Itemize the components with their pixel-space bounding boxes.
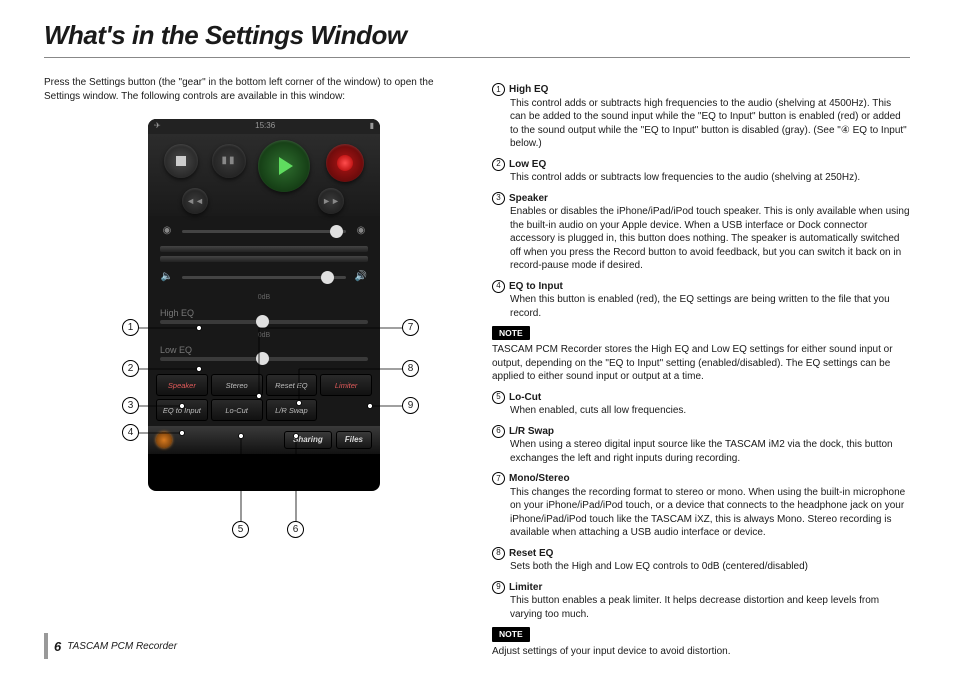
stereo-button[interactable]: Stereo — [211, 374, 263, 396]
battery-icon: ▮ — [370, 121, 374, 132]
item-title: Mono/Stereo — [509, 472, 570, 486]
item-4: 4 EQ to Input — [492, 280, 910, 294]
item-number: 5 — [492, 391, 505, 404]
item-1: 1 High EQ — [492, 83, 910, 97]
item-number: 8 — [492, 547, 505, 560]
item-number: 2 — [492, 158, 505, 171]
button-grid: Speaker Stereo Reset EQ Limiter EQ to In… — [148, 371, 380, 426]
callout-8: 8 — [402, 360, 419, 377]
record-button[interactable] — [326, 144, 364, 182]
status-bar: ✈ 15:36 ▮ — [148, 119, 380, 134]
lo-cut-button[interactable]: Lo-Cut — [211, 399, 263, 421]
page-title: What's in the Settings Window — [44, 20, 910, 58]
high-eq-slider[interactable] — [160, 320, 368, 324]
item-body: When enabled, cuts all low frequencies. — [510, 404, 910, 418]
callout-6: 6 — [287, 521, 304, 538]
level-meter-r — [160, 256, 368, 262]
item-5: 5 Lo-Cut — [492, 391, 910, 405]
item-title: High EQ — [509, 83, 548, 97]
level-meter-l — [160, 246, 368, 252]
footer-label: TASCAM PCM Recorder — [67, 641, 177, 652]
callout-4: 4 — [122, 424, 139, 441]
input-gain-slider[interactable] — [182, 230, 346, 233]
note-tag: NOTE — [492, 627, 530, 641]
item-number: 7 — [492, 472, 505, 485]
right-column: 1 High EQThis control adds or subtracts h… — [492, 76, 910, 658]
item-2: 2 Low EQ — [492, 158, 910, 172]
callout-5: 5 — [232, 521, 249, 538]
callout-7: 7 — [402, 319, 419, 336]
item-title: Speaker — [509, 192, 548, 206]
item-body: When using a stereo digital input source… — [510, 438, 910, 465]
item-number: 6 — [492, 425, 505, 438]
airplane-icon: ✈ — [154, 121, 161, 132]
callout-2: 2 — [122, 360, 139, 377]
item-number: 4 — [492, 280, 505, 293]
next-button[interactable]: ►► — [318, 188, 344, 214]
phone-mock: ✈ 15:36 ▮ ▮▮ ◄◄ ►► ◉ — [148, 119, 380, 491]
status-time: 15:36 — [255, 121, 275, 132]
volume-slider[interactable] — [182, 276, 346, 279]
footer-accent — [44, 633, 48, 659]
db-label-low: 0dB — [258, 332, 270, 339]
low-eq-slider[interactable] — [160, 357, 368, 361]
mic-low-icon: ◉ — [160, 224, 174, 238]
gear-icon[interactable] — [156, 432, 172, 448]
annotated-screenshot: ✈ 15:36 ▮ ▮▮ ◄◄ ►► ◉ — [44, 119, 464, 569]
eq-to-input-button[interactable]: EQ to Input — [156, 399, 208, 421]
left-column: Press the Settings button (the "gear" in… — [44, 76, 464, 658]
item-3: 3 Speaker — [492, 192, 910, 206]
volume-section: ◉ ◉ 🔈 🔊 — [148, 216, 380, 290]
callout-3: 3 — [122, 397, 139, 414]
callout-9: 9 — [402, 397, 419, 414]
callout-1: 1 — [122, 319, 139, 336]
page-footer: 6 TASCAM PCM Recorder — [44, 633, 177, 659]
item-title: EQ to Input — [509, 280, 563, 294]
prev-button[interactable]: ◄◄ — [182, 188, 208, 214]
item-number: 3 — [492, 192, 505, 205]
item-6: 6 L/R Swap — [492, 425, 910, 439]
speaker-high-icon: 🔊 — [354, 270, 368, 284]
transport-panel: ▮▮ ◄◄ ►► — [148, 134, 380, 216]
eq-section: 0dB High EQ 0dB Low EQ — [148, 290, 380, 371]
item-7: 7 Mono/Stereo — [492, 472, 910, 486]
play-button[interactable] — [258, 140, 310, 192]
pause-button[interactable]: ▮▮ — [212, 144, 246, 178]
item-title: Low EQ — [509, 158, 546, 172]
note-text: Adjust settings of your input device to … — [492, 645, 910, 659]
db-label-high: 0dB — [258, 294, 270, 301]
item-title: Reset EQ — [509, 547, 553, 561]
note-tag: NOTE — [492, 326, 530, 340]
item-body: Enables or disables the iPhone/iPad/iPod… — [510, 205, 910, 273]
speaker-low-icon: 🔈 — [160, 270, 174, 284]
mic-high-icon: ◉ — [354, 224, 368, 238]
item-body: This control adds or subtracts high freq… — [510, 97, 910, 151]
item-body: This button enables a peak limiter. It h… — [510, 594, 910, 621]
item-title: Limiter — [509, 581, 542, 595]
item-number: 1 — [492, 83, 505, 96]
stop-button[interactable] — [164, 144, 198, 178]
item-9: 9 Limiter — [492, 581, 910, 595]
item-body: This control adds or subtracts low frequ… — [510, 171, 910, 185]
sharing-button[interactable]: Sharing — [284, 431, 332, 449]
page-number: 6 — [54, 639, 61, 654]
item-body: Sets both the High and Low EQ controls t… — [510, 560, 910, 574]
intro-text: Press the Settings button (the "gear" in… — [44, 76, 464, 103]
item-body: This changes the recording format to ste… — [510, 486, 910, 540]
reset-eq-button[interactable]: Reset EQ — [266, 374, 318, 396]
bottom-toolbar: Sharing Files — [148, 426, 380, 454]
item-title: L/R Swap — [509, 425, 554, 439]
item-title: Lo-Cut — [509, 391, 541, 405]
manual-page: What's in the Settings Window Press the … — [0, 0, 954, 675]
item-8: 8 Reset EQ — [492, 547, 910, 561]
limiter-button[interactable]: Limiter — [320, 374, 372, 396]
speaker-button[interactable]: Speaker — [156, 374, 208, 396]
item-body: When this button is enabled (red), the E… — [510, 293, 910, 320]
item-number: 9 — [492, 581, 505, 594]
note-text: TASCAM PCM Recorder stores the High EQ a… — [492, 343, 910, 384]
lr-swap-button[interactable]: L/R Swap — [266, 399, 318, 421]
files-button[interactable]: Files — [336, 431, 372, 449]
